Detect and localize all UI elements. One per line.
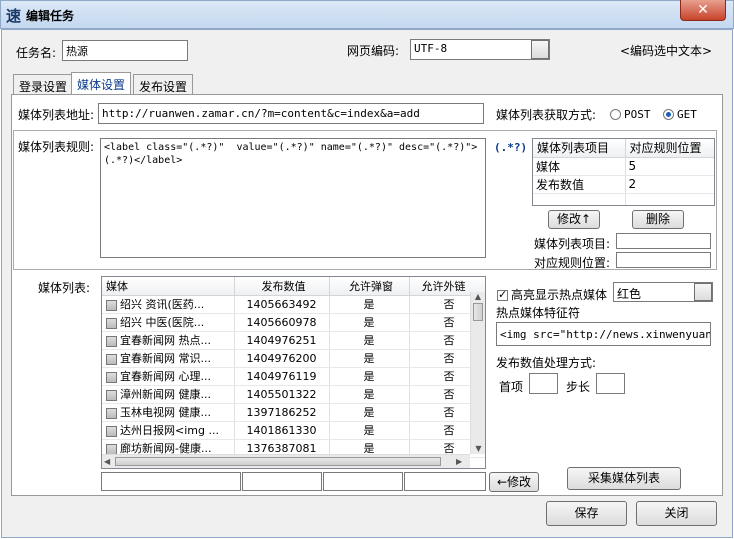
edit-publish-value-input[interactable] [242,472,322,491]
first-term-label: 首项 [499,380,524,394]
media-name: 绍兴 资讯(医药... [120,298,205,311]
table-row[interactable]: 宜春新闻网 心理... 1404976119 是否 [102,367,485,386]
method-post-radio[interactable]: POST [610,107,651,121]
media-url-input[interactable] [98,103,484,124]
mapping-row[interactable]: 发布数值 2 [533,175,714,194]
save-button[interactable]: 保存 [546,501,627,526]
title-bar [0,0,734,29]
mapping-delete-button[interactable]: 删除 [632,210,684,229]
media-list-grid[interactable]: 媒体 发布数值 允许弹窗 允许外链 绍兴 资讯(医药... 1405663492 是… [101,276,486,469]
tab-media-settings[interactable]: 媒体设置 [71,72,132,95]
task-name-label: 任务名: [16,46,57,60]
edit-back-button[interactable]: ←修改 [489,472,539,492]
media-name: 绍兴 中医(医院... [120,316,205,329]
row-checkbox[interactable] [106,407,117,419]
encoding-select[interactable]: UTF-8 [410,39,550,60]
radio-post-icon [610,109,621,120]
method-get-radio[interactable]: GET [663,107,697,121]
media-name: 宜春新闻网 心理... [120,370,211,383]
table-row[interactable]: 宜春新闻网 常识... 1404976200 是否 [102,349,485,368]
media-list-label: 媒体列表: [38,281,91,295]
mapping-grid[interactable]: 媒体列表项目 对应规则位置 媒体 5 发布数值 2 [532,138,715,206]
scroll-thumb[interactable] [473,303,483,321]
edit-media-input[interactable] [101,472,241,491]
media-name: 达州日报网<img ... [120,424,219,437]
close-button[interactable]: 关闭 [636,501,717,526]
table-row[interactable]: 玉林电视网 健康... 1397186252 是否 [102,403,485,422]
tab-publish-settings[interactable]: 发布设置 [133,74,194,95]
publish-proc-label: 发布数值处理方式: [496,356,597,370]
edit-allow-outlink-input[interactable] [404,472,486,491]
row-checkbox[interactable] [106,335,117,347]
collect-media-list-button[interactable]: 采集媒体列表 [567,467,681,490]
scroll-left-arrow-icon[interactable]: ◀ [104,457,110,466]
step-input[interactable] [596,373,625,394]
row-checkbox[interactable] [106,371,117,383]
mapping-modify-button[interactable]: 修改↑ [548,210,600,229]
window-title: 编辑任务 [26,9,75,23]
edit-allow-popup-input[interactable] [323,472,403,491]
encoding-value: UTF-8 [414,42,448,55]
mapping-header-item[interactable]: 媒体列表项目 [533,139,626,158]
media-list-header-media[interactable]: 媒体 [102,277,235,296]
media-list-header-allow-popup[interactable]: 允许弹窗 [329,277,410,296]
row-checkbox[interactable] [106,299,117,311]
hot-feature-input[interactable]: <img src="http://news.xinwenyuan.com [496,322,711,346]
highlight-color-dropdown-button[interactable] [694,283,712,301]
encoding-dropdown-button[interactable] [531,40,549,59]
radio-get-icon [663,109,674,120]
close-window-button[interactable]: ✕ [680,0,726,21]
mapping-row[interactable]: 媒体 5 [533,157,714,176]
scroll-right-arrow-icon[interactable]: ▶ [456,457,462,466]
rule-position-label: 对应规则位置: [534,256,611,270]
media-list-hscrollbar[interactable]: ◀ ▶ [102,454,470,468]
hot-feature-label: 热点媒体特征符 [496,306,581,320]
rule-position-input[interactable] [616,252,711,268]
table-row[interactable]: 绍兴 资讯(医药... 1405663492 是否 [102,295,485,314]
table-row[interactable]: 宜春新闻网 热点... 1404976251 是否 [102,331,485,350]
media-list-header-publish-value[interactable]: 发布数值 [234,277,330,296]
table-row[interactable]: 漳州新闻网 健康... 1405501322 是否 [102,385,485,404]
step-label: 步长 [566,380,591,394]
media-name: 宜春新闻网 常识... [120,352,211,365]
encode-selected-link[interactable]: <编码选中文本> [620,42,712,59]
table-row[interactable]: 达州日报网<img ... 1401861330 是否 [102,421,485,440]
check-icon: ✓ [497,288,508,301]
media-item-input[interactable] [616,233,711,249]
media-list-vscrollbar[interactable]: ▲ ▼ [470,292,485,454]
media-name: 宜春新闻网 热点... [120,334,211,347]
media-url-label: 媒体列表地址: [18,108,95,122]
fetch-method-label: 媒体列表获取方式: [496,108,597,122]
encoding-label: 网页编码: [347,44,400,58]
media-rule-label: 媒体列表规则: [18,140,95,154]
row-checkbox[interactable] [106,389,117,401]
scroll-down-arrow-icon[interactable]: ▼ [471,444,486,454]
highlight-hot-checkbox[interactable]: ✓ 高亮显示热点媒体 [497,286,607,303]
media-name: 玉林电视网 健康... [120,406,211,419]
regex-token-button[interactable]: (.*?) [494,141,527,154]
row-checkbox[interactable] [106,443,117,455]
row-checkbox[interactable] [106,353,117,365]
row-checkbox[interactable] [106,425,117,437]
media-item-label: 媒体列表项目: [534,237,611,251]
hscroll-thumb[interactable] [115,457,441,466]
scroll-up-arrow-icon[interactable]: ▲ [471,292,485,302]
tab-login-settings[interactable]: 登录设置 [13,74,74,95]
row-checkbox[interactable] [106,317,117,329]
app-icon: 速 [6,7,22,25]
mapping-header-position[interactable]: 对应规则位置 [625,139,714,158]
table-row[interactable]: 绍兴 中医(医院... 1405660978 是否 [102,313,485,332]
first-term-input[interactable] [529,373,558,394]
media-rule-textarea[interactable]: <label class="(.*?)" value="(.*?)" name=… [100,138,486,258]
media-name: 漳州新闻网 健康... [120,388,211,401]
task-name-input[interactable] [62,40,188,61]
